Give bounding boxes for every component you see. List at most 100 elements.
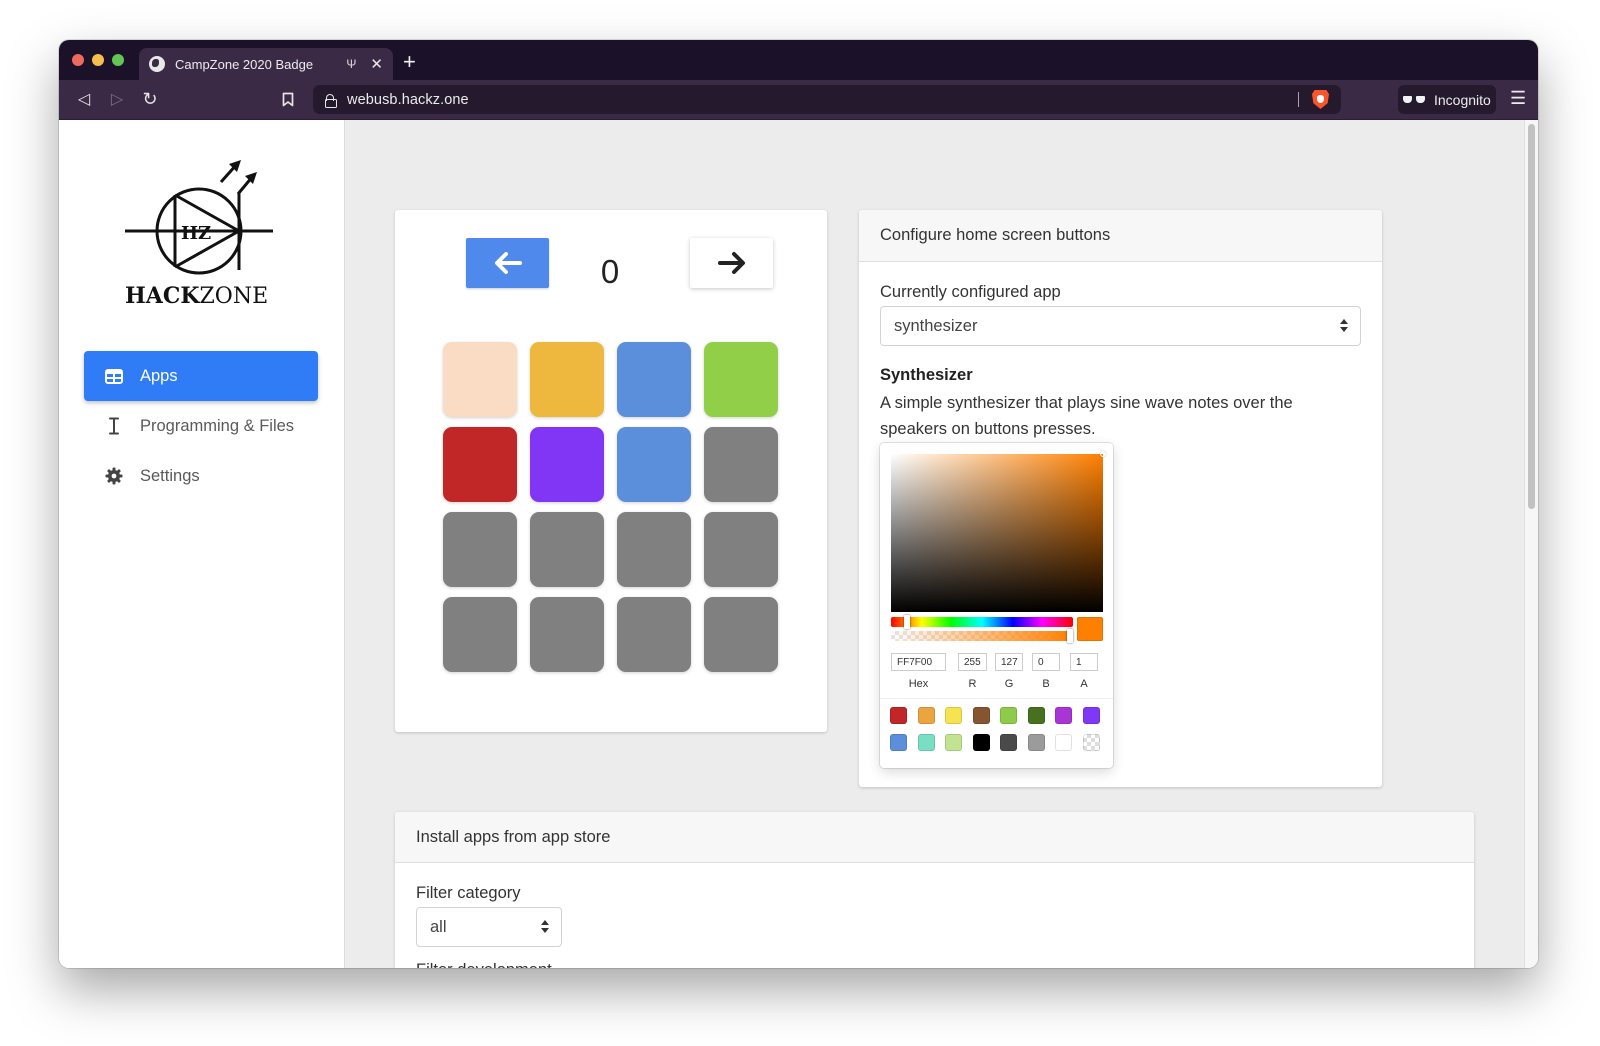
badge-button-tile[interactable] [617, 427, 691, 502]
incognito-label: Incognito [1434, 91, 1491, 108]
green-label: G [1004, 678, 1014, 690]
previous-page-button[interactable] [466, 238, 549, 288]
tab-title: CampZone 2020 Badge [175, 56, 314, 72]
badge-button-tile[interactable] [530, 512, 604, 587]
card-header: Configure home screen buttons [859, 210, 1382, 262]
logo-monogram: HZ [181, 223, 211, 244]
badge-button-tile[interactable] [617, 342, 691, 417]
sv-cursor[interactable] [1100, 451, 1106, 457]
badge-button-tile[interactable] [530, 342, 604, 417]
blue-input[interactable]: 0 [1032, 653, 1060, 671]
alpha-label: A [1080, 678, 1088, 690]
badge-button-tile[interactable] [443, 427, 517, 502]
badge-button-tile[interactable] [704, 597, 778, 672]
minimize-window-button[interactable] [92, 54, 104, 66]
back-button[interactable]: ◁ [73, 88, 95, 110]
preset-color-swatch[interactable] [1027, 707, 1045, 724]
grid-icon [104, 368, 124, 384]
preset-color-swatch[interactable] [890, 734, 907, 751]
badge-button-tile[interactable] [704, 427, 778, 502]
alpha-input[interactable]: 1 [1070, 653, 1098, 671]
cursor-icon [104, 417, 124, 435]
page-content: HZ HACKZONE Apps Programming & Files Set… [59, 120, 1538, 968]
badge-button-tile[interactable] [443, 512, 517, 587]
sidebar-item-label: Settings [140, 466, 200, 485]
menu-icon[interactable]: ☰ [1510, 88, 1526, 109]
reload-button[interactable]: ↻ [139, 88, 161, 110]
green-input[interactable]: 127 [995, 653, 1023, 671]
browser-tab[interactable]: CampZone 2020 Badge Ψ ✕ [139, 48, 393, 80]
preset-color-swatch[interactable] [917, 707, 935, 724]
scrollbar-thumb[interactable] [1528, 124, 1535, 509]
badge-button-tile[interactable] [443, 597, 517, 672]
badge-button-tile[interactable] [617, 512, 691, 587]
hex-input[interactable]: FF7F00 [891, 653, 946, 671]
tab-close-icon[interactable]: ✕ [370, 55, 383, 73]
logo-word-bold: HACK [125, 283, 200, 309]
preset-color-swatch[interactable] [945, 734, 962, 751]
app-description: A simple synthesizer that plays sine wav… [880, 394, 1293, 438]
badge-button-tile[interactable] [617, 597, 691, 672]
address-bar[interactable]: webusb.hackz.one [313, 85, 1341, 114]
sidebar-item-apps[interactable]: Apps [84, 351, 318, 401]
red-label: R [968, 678, 977, 690]
preset-color-swatch[interactable] [1055, 707, 1072, 724]
bookmark-icon[interactable] [277, 88, 299, 110]
select-value: synthesizer [894, 316, 978, 335]
preset-color-swatch[interactable] [1055, 734, 1072, 751]
preset-color-swatch[interactable] [1082, 734, 1100, 751]
preset-color-swatch[interactable] [1082, 707, 1100, 724]
hue-slider[interactable] [891, 615, 1073, 629]
maximize-window-button[interactable] [112, 54, 124, 66]
new-tab-button[interactable]: + [403, 49, 416, 75]
alpha-slider-thumb[interactable] [1067, 629, 1073, 643]
sidebar: HZ HACKZONE Apps Programming & Files Set… [59, 120, 345, 968]
preset-color-swatch[interactable] [890, 707, 907, 724]
divider [880, 698, 1113, 699]
usb-icon: Ψ [346, 57, 357, 71]
filter-category-label: Filter category [416, 884, 521, 902]
blue-label: B [1042, 678, 1050, 690]
preset-color-swatch[interactable] [917, 734, 935, 751]
sidebar-item-settings[interactable]: Settings [84, 451, 318, 501]
globe-icon [149, 56, 165, 72]
preset-color-swatch[interactable] [972, 707, 990, 724]
close-window-button[interactable] [72, 54, 84, 66]
preset-color-swatch[interactable] [972, 734, 990, 751]
app-store-card: Install apps from app store Filter categ… [395, 812, 1474, 968]
app-name: Synthesizer [880, 366, 973, 384]
hue-slider-thumb[interactable] [904, 615, 910, 629]
preset-swatches [890, 707, 1100, 751]
incognito-glasses-icon [1403, 95, 1425, 104]
page-scrollbar[interactable] [1524, 120, 1538, 968]
alpha-slider[interactable] [891, 629, 1073, 643]
filter-dev-state-label: Filter development state [416, 957, 566, 968]
forward-button[interactable]: ▷ [106, 88, 128, 110]
preset-color-swatch[interactable] [1000, 734, 1017, 751]
preset-color-swatch[interactable] [945, 707, 962, 724]
hackzone-logo: HZ HACKZONE [125, 160, 273, 309]
badge-button-tile[interactable] [704, 342, 778, 417]
badge-button-tile[interactable] [443, 342, 517, 417]
red-input[interactable]: 255 [958, 653, 987, 671]
filter-category-select[interactable]: all [416, 907, 562, 947]
lock-icon [325, 93, 337, 108]
preset-color-swatch[interactable] [1027, 734, 1045, 751]
sidebar-item-programming-files[interactable]: Programming & Files [84, 401, 318, 451]
incognito-badge[interactable]: Incognito [1398, 85, 1496, 114]
select-caret-icon [541, 920, 549, 934]
configured-app-select[interactable]: synthesizer [880, 306, 1361, 346]
saturation-value-area[interactable] [891, 451, 1106, 612]
badge-button-tile[interactable] [530, 427, 604, 502]
arrow-left-icon [494, 252, 522, 274]
next-page-button[interactable] [690, 238, 773, 288]
badge-button-tile[interactable] [704, 512, 778, 587]
sidebar-item-label: Apps [140, 366, 178, 385]
browser-toolbar: ◁ ▷ ↻ webusb.hackz.one Incognito ☰ [59, 80, 1538, 120]
badge-button-tile[interactable] [530, 597, 604, 672]
preset-color-swatch[interactable] [1000, 707, 1017, 724]
brave-shields-icon[interactable] [1312, 90, 1329, 109]
card-header: Install apps from app store [395, 812, 1474, 863]
url-text[interactable]: webusb.hackz.one [347, 92, 469, 108]
arrow-right-icon [717, 252, 745, 274]
